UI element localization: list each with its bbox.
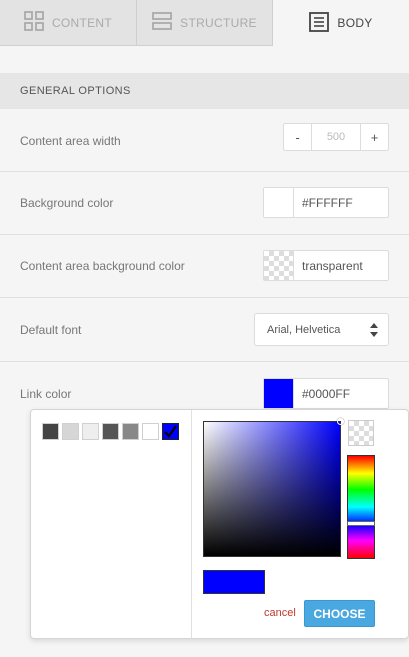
tab-body[interactable]: BODY bbox=[273, 0, 409, 46]
color-preview bbox=[203, 570, 265, 594]
background-color-label: Background color bbox=[20, 196, 114, 210]
default-font-select[interactable]: Arial, Helvetica bbox=[254, 313, 389, 346]
row-content-width: Content area width - 500 + bbox=[0, 110, 409, 172]
tab-structure-label: STRUCTURE bbox=[180, 15, 257, 30]
link-color-swatch[interactable] bbox=[264, 379, 294, 408]
section-header: GENERAL OPTIONS bbox=[0, 73, 409, 109]
sv-cursor[interactable] bbox=[337, 418, 344, 425]
content-bg-color-label: Content area background color bbox=[20, 259, 185, 273]
tab-content-label: CONTENT bbox=[51, 15, 113, 30]
transparent-swatch[interactable] bbox=[264, 251, 294, 280]
link-color-label: Link color bbox=[20, 387, 72, 401]
tab-body-label: BODY bbox=[337, 16, 373, 30]
palette-swatch[interactable] bbox=[162, 423, 179, 440]
palette-swatch[interactable] bbox=[42, 423, 59, 440]
tab-bar: CONTENT STRUCTURE BODY bbox=[0, 0, 409, 46]
row-background-color: Background color #FFFFFF bbox=[0, 172, 409, 235]
palette-swatch[interactable] bbox=[102, 423, 119, 440]
row-default-font: Default font Arial, Helvetica bbox=[0, 298, 409, 362]
row-content-bg-color: Content area background color transparen… bbox=[0, 235, 409, 298]
palette-swatch[interactable] bbox=[142, 423, 159, 440]
background-color-swatch[interactable] bbox=[264, 188, 294, 217]
color-picker: cancel CHOOSE bbox=[30, 409, 409, 639]
tab-structure[interactable]: STRUCTURE bbox=[137, 0, 273, 46]
content-bg-color-field[interactable]: transparent bbox=[263, 250, 389, 281]
link-color-field[interactable]: #0000FF bbox=[263, 378, 389, 409]
checkmark-icon bbox=[164, 425, 177, 438]
background-color-value[interactable]: #FFFFFF bbox=[294, 188, 388, 217]
hue-slider-handle[interactable] bbox=[347, 521, 375, 526]
increment-button[interactable]: + bbox=[360, 124, 388, 150]
palette-swatch[interactable] bbox=[62, 423, 79, 440]
choose-button[interactable]: CHOOSE bbox=[304, 600, 375, 627]
hue-slider[interactable] bbox=[347, 455, 375, 559]
palette-swatch[interactable] bbox=[122, 423, 139, 440]
picker-divider bbox=[191, 410, 192, 639]
tab-content[interactable]: CONTENT bbox=[0, 0, 137, 46]
decrement-button[interactable]: - bbox=[284, 124, 312, 150]
palette-swatch[interactable] bbox=[82, 423, 99, 440]
select-arrows-icon bbox=[370, 323, 378, 337]
saturation-value-area[interactable] bbox=[203, 418, 344, 557]
background-color-field[interactable]: #FFFFFF bbox=[263, 187, 389, 218]
link-color-value[interactable]: #0000FF bbox=[294, 379, 388, 408]
content-width-stepper: - 500 + bbox=[283, 123, 389, 151]
color-palette bbox=[42, 423, 179, 440]
grid-icon bbox=[24, 11, 44, 34]
content-width-value[interactable]: 500 bbox=[312, 124, 360, 150]
default-font-label: Default font bbox=[20, 322, 82, 337]
rows-icon bbox=[152, 11, 173, 34]
cancel-button[interactable]: cancel bbox=[264, 607, 296, 619]
default-font-value: Arial, Helvetica bbox=[267, 323, 341, 336]
document-icon bbox=[309, 11, 330, 35]
content-bg-color-value[interactable]: transparent bbox=[294, 251, 388, 280]
alpha-swatch[interactable] bbox=[348, 420, 374, 446]
content-width-label: Content area width bbox=[20, 133, 121, 148]
